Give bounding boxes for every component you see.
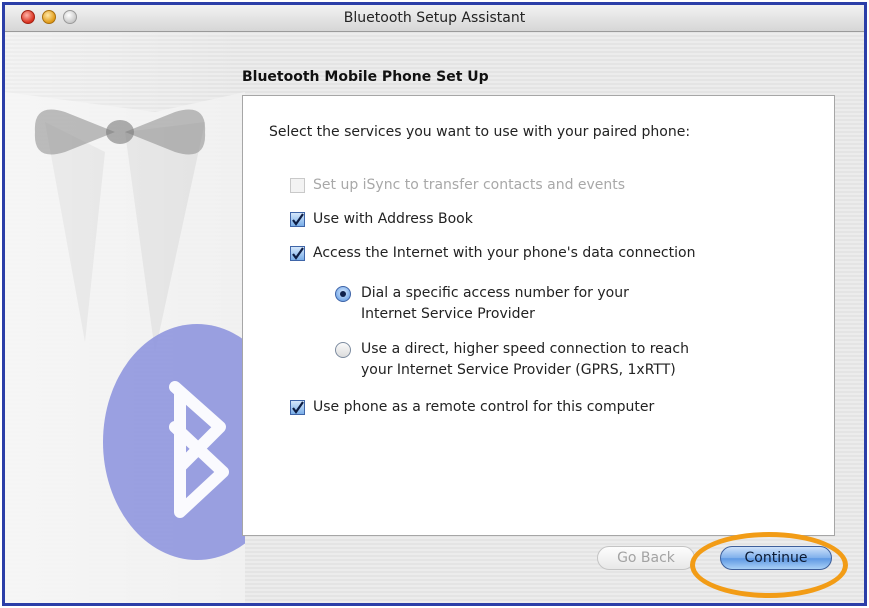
option-isync: Set up iSync to transfer contacts and ev…	[290, 175, 625, 196]
radio-button-dial[interactable]	[335, 286, 351, 302]
title-bar[interactable]: Bluetooth Setup Assistant	[5, 5, 864, 32]
assistant-content: Bluetooth Mobile Phone Set Up Select the…	[5, 32, 864, 603]
services-panel: Select the services you want to use with…	[242, 95, 835, 536]
option-address-book-label: Use with Address Book	[313, 211, 473, 227]
radio-dial-line1: Dial a specific access number for your	[361, 285, 629, 301]
window: Bluetooth Setup Assistant Bluetooth Mobi…	[2, 2, 867, 606]
radio-direct-line1: Use a direct, higher speed connection to…	[361, 341, 689, 357]
window-title: Bluetooth Setup Assistant	[343, 10, 526, 26]
radio-direct-label: Use a direct, higher speed connection to…	[361, 339, 689, 381]
radio-dot-icon	[340, 291, 346, 297]
checkbox-internet[interactable]	[290, 246, 305, 261]
checkmark-icon	[292, 213, 304, 226]
radio-direct-connection[interactable]: Use a direct, higher speed connection to…	[335, 339, 689, 381]
services-prompt: Select the services you want to use with…	[269, 124, 691, 140]
option-isync-label: Set up iSync to transfer contacts and ev…	[313, 177, 626, 193]
radio-direct-line2: your Internet Service Provider (GPRS, 1x…	[361, 362, 676, 378]
page-heading: Bluetooth Mobile Phone Set Up	[242, 69, 489, 85]
option-remote-control-label: Use phone as a remote control for this c…	[313, 399, 655, 415]
radio-dial-line2: Internet Service Provider	[361, 306, 535, 322]
option-address-book[interactable]: Use with Address Book	[290, 209, 473, 230]
checkbox-isync	[290, 178, 305, 193]
tuxedo-bluetooth-artwork	[5, 32, 245, 603]
option-internet[interactable]: Access the Internet with your phone's da…	[290, 243, 695, 264]
checkmark-icon	[292, 247, 304, 260]
checkbox-address-book[interactable]	[290, 212, 305, 227]
radio-dial-label: Dial a specific access number for your I…	[361, 283, 629, 325]
checkbox-remote-control[interactable]	[290, 400, 305, 415]
radio-dial-access-number[interactable]: Dial a specific access number for your I…	[335, 283, 629, 325]
radio-button-direct[interactable]	[335, 342, 351, 358]
option-internet-label: Access the Internet with your phone's da…	[313, 245, 696, 261]
checkmark-icon	[292, 401, 304, 414]
continue-highlight-circle	[690, 532, 848, 598]
option-remote-control[interactable]: Use phone as a remote control for this c…	[290, 397, 654, 418]
go-back-button[interactable]: Go Back	[597, 546, 695, 570]
